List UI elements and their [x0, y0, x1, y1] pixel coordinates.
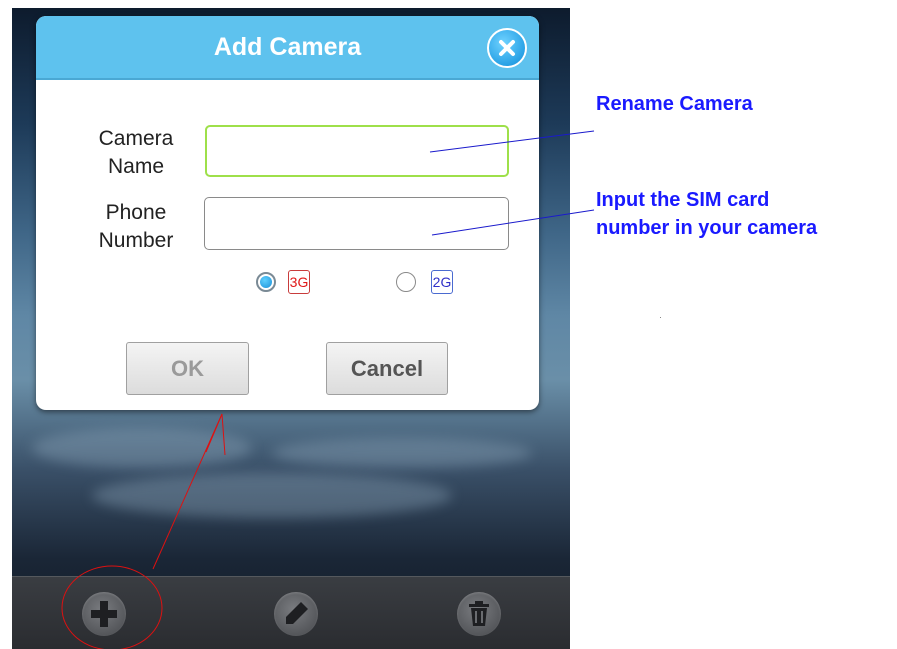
phone-number-label-line1: Phone [105, 201, 167, 224]
dialog-title: Add Camera [213, 33, 362, 61]
stray-dot [660, 317, 661, 318]
3g-icon: 3G [288, 270, 310, 294]
annotation-sim-line1: Input the SIM card [596, 189, 770, 211]
radio-3g[interactable] [256, 272, 276, 292]
ok-button[interactable]: OK [126, 342, 249, 395]
camera-name-label-line1: Camera [98, 127, 174, 150]
cancel-button[interactable]: Cancel [326, 342, 448, 395]
phone-number-label-line2: Number [98, 229, 174, 252]
add-camera-dialog: Add Camera Camera Name Phone Number 3G 2… [36, 16, 539, 410]
page: Add Camera Camera Name Phone Number 3G 2… [0, 0, 897, 649]
camera-name-label: Camera Name [86, 125, 186, 181]
add-camera-button[interactable] [82, 592, 126, 636]
cloud [32, 428, 252, 468]
edit-camera-button[interactable] [274, 592, 318, 636]
edit-icon [286, 602, 308, 624]
dialog-header: Add Camera [36, 16, 539, 80]
close-button[interactable] [487, 28, 527, 68]
phone-number-label: Phone Number [86, 199, 186, 255]
bottom-toolbar [12, 576, 570, 649]
phone-number-input[interactable] [204, 197, 509, 250]
camera-name-input[interactable] [205, 125, 509, 177]
annotation-sim: Input the SIM card number in your camera [596, 186, 817, 242]
annotation-sim-line2: number in your camera [596, 217, 818, 239]
close-icon [499, 40, 515, 56]
2g-icon: 2G [431, 270, 453, 294]
cloud [92, 473, 452, 518]
add-icon [91, 601, 117, 627]
radio-2g[interactable] [396, 272, 416, 292]
delete-camera-button[interactable] [457, 592, 501, 636]
cloud [272, 438, 532, 468]
annotation-rename: Rename Camera [596, 93, 753, 115]
camera-name-label-line2: Name [107, 155, 165, 178]
trash-icon [469, 601, 489, 626]
